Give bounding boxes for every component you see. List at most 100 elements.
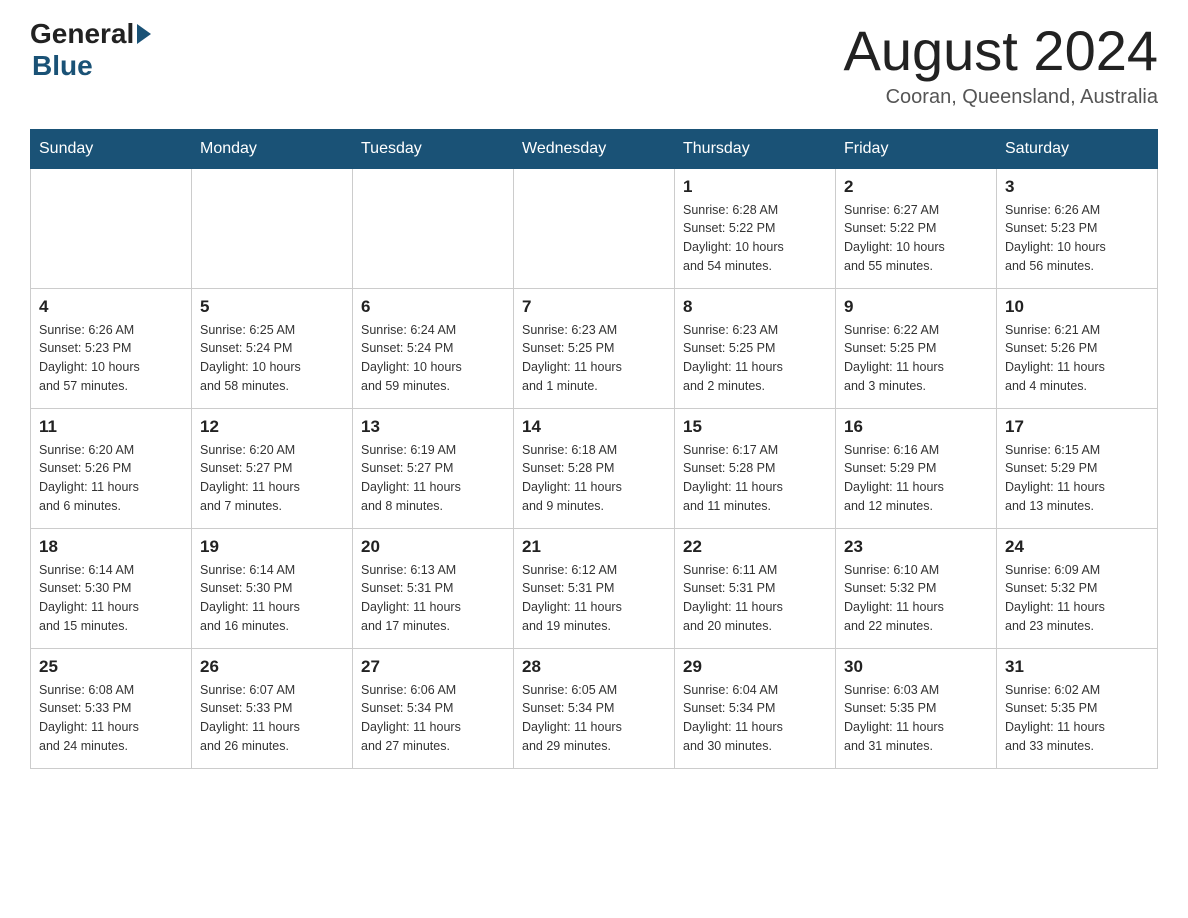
day-info: Sunrise: 6:27 AMSunset: 5:22 PMDaylight:… [844, 201, 988, 276]
day-number: 19 [200, 537, 344, 557]
day-number: 6 [361, 297, 505, 317]
day-number: 25 [39, 657, 183, 677]
day-info: Sunrise: 6:14 AMSunset: 5:30 PMDaylight:… [39, 561, 183, 636]
day-number: 2 [844, 177, 988, 197]
day-info: Sunrise: 6:17 AMSunset: 5:28 PMDaylight:… [683, 441, 827, 516]
day-info: Sunrise: 6:10 AMSunset: 5:32 PMDaylight:… [844, 561, 988, 636]
day-number: 5 [200, 297, 344, 317]
calendar-cell: 21Sunrise: 6:12 AMSunset: 5:31 PMDayligh… [514, 528, 675, 648]
day-info: Sunrise: 6:20 AMSunset: 5:26 PMDaylight:… [39, 441, 183, 516]
calendar-cell: 1Sunrise: 6:28 AMSunset: 5:22 PMDaylight… [675, 168, 836, 288]
day-number: 30 [844, 657, 988, 677]
day-number: 10 [1005, 297, 1149, 317]
day-info: Sunrise: 6:18 AMSunset: 5:28 PMDaylight:… [522, 441, 666, 516]
calendar-week-4: 18Sunrise: 6:14 AMSunset: 5:30 PMDayligh… [31, 528, 1158, 648]
calendar-cell: 22 Sunrise: 6:11 AMSunset: 5:31 PMDayligh… [675, 528, 836, 648]
day-info: Sunrise: 6:06 AMSunset: 5:34 PMDaylight:… [361, 681, 505, 756]
logo-arrow-icon [137, 24, 151, 44]
day-info: Sunrise: 6:11 AMSunset: 5:31 PMDaylight:… [683, 561, 827, 636]
calendar-cell: 12 Sunrise: 6:20 AMSunset: 5:27 PMDayligh… [192, 408, 353, 528]
day-info: Sunrise: 6:09 AMSunset: 5:32 PMDaylight:… [1005, 561, 1149, 636]
calendar-cell: 2 Sunrise: 6:27 AMSunset: 5:22 PMDaylight… [836, 168, 997, 288]
calendar-cell: 9 Sunrise: 6:22 AMSunset: 5:25 PMDaylight… [836, 288, 997, 408]
month-title: August 2024 [844, 20, 1158, 82]
day-number: 24 [1005, 537, 1149, 557]
calendar-cell: 16 Sunrise: 6:16 AMSunset: 5:29 PMDayligh… [836, 408, 997, 528]
calendar-cell [31, 168, 192, 288]
day-number: 28 [522, 657, 666, 677]
day-number: 16 [844, 417, 988, 437]
calendar-cell [192, 168, 353, 288]
day-info: Sunrise: 6:23 AMSunset: 5:25 PMDaylight:… [683, 321, 827, 396]
calendar-header-wednesday: Wednesday [514, 129, 675, 168]
day-info: Sunrise: 6:23 AMSunset: 5:25 PMDaylight:… [522, 321, 666, 396]
calendar-cell: 14 Sunrise: 6:18 AMSunset: 5:28 PMDayligh… [514, 408, 675, 528]
calendar-header-tuesday: Tuesday [353, 129, 514, 168]
calendar-week-2: 4Sunrise: 6:26 AMSunset: 5:23 PMDaylight… [31, 288, 1158, 408]
day-number: 21 [522, 537, 666, 557]
day-number: 9 [844, 297, 988, 317]
day-info: Sunrise: 6:26 AMSunset: 5:23 PMDaylight:… [39, 321, 183, 396]
calendar-cell: 19Sunrise: 6:14 AMSunset: 5:30 PMDayligh… [192, 528, 353, 648]
day-number: 17 [1005, 417, 1149, 437]
calendar-week-3: 11 Sunrise: 6:20 AMSunset: 5:26 PMDayligh… [31, 408, 1158, 528]
day-info: Sunrise: 6:19 AMSunset: 5:27 PMDaylight:… [361, 441, 505, 516]
calendar-cell: 31 Sunrise: 6:02 AMSunset: 5:35 PMDayligh… [997, 648, 1158, 768]
calendar-cell: 28 Sunrise: 6:05 AMSunset: 5:34 PMDayligh… [514, 648, 675, 768]
day-info: Sunrise: 6:02 AMSunset: 5:35 PMDaylight:… [1005, 681, 1149, 756]
day-info: Sunrise: 6:20 AMSunset: 5:27 PMDaylight:… [200, 441, 344, 516]
day-number: 13 [361, 417, 505, 437]
logo: General Blue [30, 20, 151, 82]
calendar-cell: 23 Sunrise: 6:10 AMSunset: 5:32 PMDayligh… [836, 528, 997, 648]
day-info: Sunrise: 6:07 AMSunset: 5:33 PMDaylight:… [200, 681, 344, 756]
day-info: Sunrise: 6:22 AMSunset: 5:25 PMDaylight:… [844, 321, 988, 396]
day-number: 12 [200, 417, 344, 437]
calendar-cell: 13 Sunrise: 6:19 AMSunset: 5:27 PMDayligh… [353, 408, 514, 528]
logo-general-text: General [30, 20, 134, 48]
day-number: 15 [683, 417, 827, 437]
page-header: General Blue August 2024 Cooran, Queensl… [30, 20, 1158, 109]
day-number: 7 [522, 297, 666, 317]
day-info: Sunrise: 6:08 AMSunset: 5:33 PMDaylight:… [39, 681, 183, 756]
calendar-cell: 25 Sunrise: 6:08 AMSunset: 5:33 PMDayligh… [31, 648, 192, 768]
day-number: 11 [39, 417, 183, 437]
calendar-header-sunday: Sunday [31, 129, 192, 168]
calendar-week-5: 25 Sunrise: 6:08 AMSunset: 5:33 PMDayligh… [31, 648, 1158, 768]
calendar-cell: 7 Sunrise: 6:23 AMSunset: 5:25 PMDaylight… [514, 288, 675, 408]
calendar-header-row: SundayMondayTuesdayWednesdayThursdayFrid… [31, 129, 1158, 168]
calendar-cell: 3 Sunrise: 6:26 AMSunset: 5:23 PMDaylight… [997, 168, 1158, 288]
day-number: 20 [361, 537, 505, 557]
day-info: Sunrise: 6:16 AMSunset: 5:29 PMDaylight:… [844, 441, 988, 516]
day-number: 26 [200, 657, 344, 677]
day-info: Sunrise: 6:26 AMSunset: 5:23 PMDaylight:… [1005, 201, 1149, 276]
calendar-cell: 4Sunrise: 6:26 AMSunset: 5:23 PMDaylight… [31, 288, 192, 408]
day-number: 22 [683, 537, 827, 557]
title-section: August 2024 Cooran, Queensland, Australi… [844, 20, 1158, 109]
day-info: Sunrise: 6:25 AMSunset: 5:24 PMDaylight:… [200, 321, 344, 396]
calendar-header-monday: Monday [192, 129, 353, 168]
calendar-table: SundayMondayTuesdayWednesdayThursdayFrid… [30, 129, 1158, 769]
day-info: Sunrise: 6:28 AMSunset: 5:22 PMDaylight:… [683, 201, 827, 276]
calendar-cell: 17 Sunrise: 6:15 AMSunset: 5:29 PMDayligh… [997, 408, 1158, 528]
calendar-cell: 11 Sunrise: 6:20 AMSunset: 5:26 PMDayligh… [31, 408, 192, 528]
day-info: Sunrise: 6:13 AMSunset: 5:31 PMDaylight:… [361, 561, 505, 636]
calendar-cell: 18Sunrise: 6:14 AMSunset: 5:30 PMDayligh… [31, 528, 192, 648]
calendar-cell: 5 Sunrise: 6:25 AMSunset: 5:24 PMDaylight… [192, 288, 353, 408]
location-text: Cooran, Queensland, Australia [844, 86, 1158, 109]
day-number: 31 [1005, 657, 1149, 677]
day-info: Sunrise: 6:04 AMSunset: 5:34 PMDaylight:… [683, 681, 827, 756]
day-info: Sunrise: 6:24 AMSunset: 5:24 PMDaylight:… [361, 321, 505, 396]
day-number: 3 [1005, 177, 1149, 197]
calendar-cell: 8Sunrise: 6:23 AMSunset: 5:25 PMDaylight… [675, 288, 836, 408]
calendar-header-thursday: Thursday [675, 129, 836, 168]
day-number: 14 [522, 417, 666, 437]
calendar-cell: 10Sunrise: 6:21 AMSunset: 5:26 PMDayligh… [997, 288, 1158, 408]
calendar-cell: 26 Sunrise: 6:07 AMSunset: 5:33 PMDayligh… [192, 648, 353, 768]
day-number: 23 [844, 537, 988, 557]
calendar-cell: 29Sunrise: 6:04 AMSunset: 5:34 PMDayligh… [675, 648, 836, 768]
day-info: Sunrise: 6:15 AMSunset: 5:29 PMDaylight:… [1005, 441, 1149, 516]
calendar-cell: 15 Sunrise: 6:17 AMSunset: 5:28 PMDayligh… [675, 408, 836, 528]
day-info: Sunrise: 6:05 AMSunset: 5:34 PMDaylight:… [522, 681, 666, 756]
calendar-week-1: 1Sunrise: 6:28 AMSunset: 5:22 PMDaylight… [31, 168, 1158, 288]
calendar-cell: 20 Sunrise: 6:13 AMSunset: 5:31 PMDayligh… [353, 528, 514, 648]
